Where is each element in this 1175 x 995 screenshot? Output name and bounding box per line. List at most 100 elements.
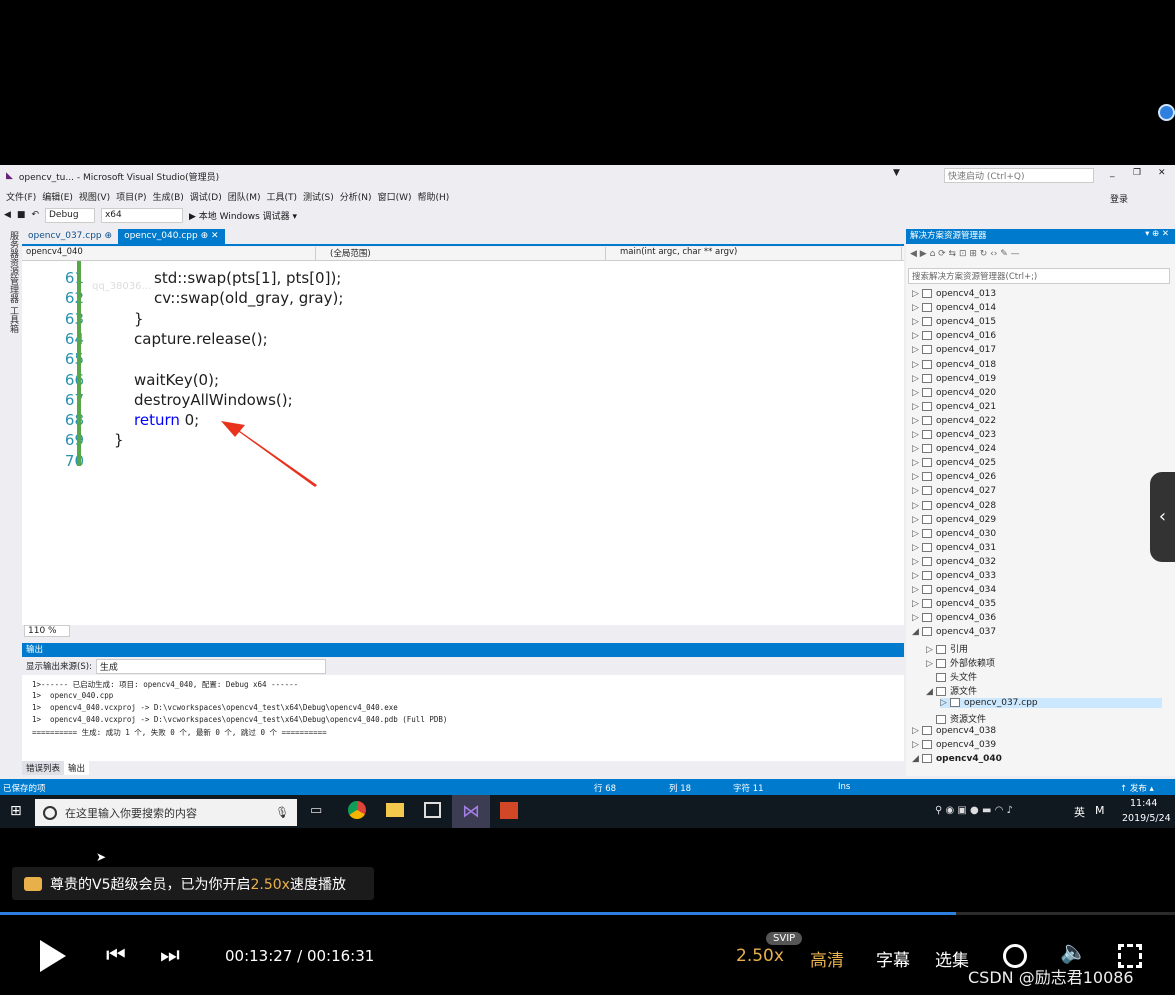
tree-item[interactable]: 头文件 [926, 670, 1162, 683]
expand-arrow-icon[interactable]: ▷ [912, 388, 922, 398]
speed-button[interactable]: 2.50x [736, 946, 784, 966]
menu-item[interactable]: 团队(M) [228, 190, 261, 203]
clock-date[interactable]: 2019/5/24 [1122, 813, 1171, 824]
publish-button[interactable]: ↑ 发布 ▴ [1120, 782, 1154, 794]
taskbar-search[interactable]: 在这里输入你要搜索的内容 🎙 [35, 799, 297, 826]
tree-item[interactable]: ▷ opencv4_013 [912, 289, 1162, 299]
menu-item[interactable]: 视图(V) [79, 190, 110, 203]
tree-item[interactable]: ▷ opencv4_030 [912, 528, 1162, 539]
menu-item[interactable]: 生成(B) [153, 190, 184, 203]
tab-opencv-037[interactable]: opencv_037.cpp ⊕ [22, 229, 118, 244]
expand-arrow-icon[interactable]: ▷ [912, 289, 922, 299]
save-icon[interactable]: ■ [17, 210, 26, 220]
tree-item[interactable]: ▷ opencv4_034 [912, 585, 1162, 595]
tree-item[interactable]: ▷ opencv4_020 [912, 387, 1162, 398]
file-explorer-icon[interactable] [386, 803, 404, 817]
expand-arrow-icon[interactable]: ▷ [912, 501, 922, 511]
previous-icon[interactable]: ⏮ [106, 943, 126, 968]
tree-item[interactable]: ▷ opencv4_014 [912, 303, 1162, 313]
tree-item[interactable]: ▷ opencv4_026 [912, 472, 1162, 482]
expand-arrow-icon[interactable]: ▷ [912, 303, 922, 313]
expand-arrow-icon[interactable]: ▷ [912, 543, 922, 553]
ime-icon[interactable]: M [1095, 804, 1105, 817]
left-side-tabs[interactable]: 服务器资源管理器 工具箱 [0, 227, 20, 787]
expand-arrow-icon[interactable]: ▷ [912, 317, 922, 327]
tree-item[interactable]: ▷ opencv4_032 [912, 556, 1162, 567]
expand-arrow-icon[interactable]: ▷ [940, 698, 950, 708]
tree-item[interactable]: ▷ opencv4_021 [912, 401, 1162, 412]
expand-arrow-icon[interactable]: ▷ [912, 557, 922, 567]
expand-arrow-icon[interactable]: ▷ [912, 444, 922, 454]
tree-item[interactable]: ▷ opencv4_024 [912, 444, 1162, 454]
tree-item[interactable]: ▷ opencv4_036 [912, 613, 1162, 623]
tree-item[interactable]: ▷ 引用 [926, 642, 1162, 655]
play-icon[interactable] [40, 940, 66, 972]
tree-item[interactable]: ▷ opencv4_029 [912, 514, 1162, 525]
function-dropdown[interactable]: main(int argc, char ** argv) [606, 247, 902, 260]
side-collapse-handle[interactable]: ‹ [1150, 472, 1175, 562]
back-icon[interactable]: ◀ [4, 210, 11, 220]
clock-time[interactable]: 11:44 [1130, 798, 1157, 809]
expand-arrow-icon[interactable]: ▷ [926, 645, 936, 655]
menu-item[interactable]: 分析(N) [340, 190, 372, 203]
tree-item[interactable]: ▷ opencv4_025 [912, 458, 1162, 468]
expand-arrow-icon[interactable]: ▷ [912, 486, 922, 496]
powerpoint-icon[interactable] [500, 802, 518, 819]
editor-hscroll[interactable]: 110 % [22, 625, 904, 637]
episodes-button[interactable]: 选集 [935, 946, 969, 971]
menu-item[interactable]: 帮助(H) [417, 190, 449, 203]
run-debugger-button[interactable]: ▶ 本地 Windows 调试器 ▾ [189, 209, 297, 222]
expand-arrow-icon[interactable]: ▷ [912, 416, 922, 426]
chrome-icon[interactable] [348, 801, 366, 819]
maximize-button[interactable]: ❐ [1133, 168, 1141, 178]
output-source-select[interactable]: 生成 [95, 658, 326, 674]
menu-item[interactable]: 工具(T) [267, 190, 298, 203]
code-editor[interactable]: 61 std::swap(pts[1], pts[0]); 62 cv::swap(o… [22, 261, 904, 625]
tree-item[interactable]: ▷ opencv4_028 [912, 500, 1162, 511]
subtitle-button[interactable]: 字幕 [876, 946, 910, 971]
platform-select[interactable]: x64 [100, 207, 183, 223]
tree-item[interactable]: 资源文件 [926, 712, 1162, 725]
expand-arrow-icon[interactable]: ▷ [912, 740, 922, 750]
task-view-icon[interactable]: ▭ [310, 803, 322, 818]
tree-item[interactable]: ▷ opencv4_039 [912, 740, 1162, 750]
calendar-icon[interactable] [424, 802, 441, 818]
next-icon[interactable]: ⏭ [160, 943, 180, 968]
tree-item[interactable]: ◢ opencv4_040 [912, 754, 1162, 764]
expand-arrow-icon[interactable]: ▷ [912, 585, 922, 595]
quality-button[interactable]: 高清 [810, 946, 844, 971]
menu-item[interactable]: 测试(S) [303, 190, 334, 203]
windows-start-icon[interactable]: ⊞ [10, 803, 22, 819]
volume-icon[interactable]: 🔈 [1060, 940, 1087, 965]
quick-launch-input[interactable]: 快速启动 (Ctrl+Q) [944, 168, 1094, 183]
expand-arrow-icon[interactable]: ▷ [912, 726, 922, 736]
tree-item[interactable]: ▷ opencv4_018 [912, 359, 1162, 370]
expand-arrow-icon[interactable]: ▷ [912, 472, 922, 482]
input-language[interactable]: 英 [1074, 804, 1085, 820]
tree-item[interactable]: ▷ opencv4_016 [912, 331, 1162, 341]
tree-item[interactable]: ▷ opencv4_022 [912, 415, 1162, 426]
minimize-button[interactable]: _ [1110, 168, 1115, 178]
tree-item[interactable]: ◢ opencv4_037 [912, 627, 1162, 637]
expand-arrow-icon[interactable]: ▷ [912, 515, 922, 525]
expand-arrow-icon[interactable]: ▷ [912, 599, 922, 609]
expand-arrow-icon[interactable]: ▷ [912, 458, 922, 468]
expand-arrow-icon[interactable]: ▷ [912, 402, 922, 412]
tree-item[interactable]: ▷ opencv4_033 [912, 571, 1162, 581]
expand-arrow-icon[interactable]: ◢ [912, 754, 922, 764]
tree-item[interactable]: ◢ 源文件 [926, 684, 1162, 697]
config-select[interactable]: Debug [44, 207, 95, 223]
menu-item[interactable]: 调试(D) [190, 190, 222, 203]
zoom-select[interactable]: 110 % [24, 625, 70, 637]
tree-item[interactable]: ▷ opencv4_015 [912, 317, 1162, 327]
tree-item[interactable]: ▷ 外部依赖项 [926, 656, 1162, 669]
visual-studio-icon[interactable]: ⋈ [452, 795, 490, 828]
expand-arrow-icon[interactable]: ▷ [912, 430, 922, 440]
tree-item[interactable]: ▷ opencv4_038 [912, 726, 1162, 736]
tree-item[interactable]: ▷ opencv4_035 [912, 599, 1162, 609]
expand-arrow-icon[interactable]: ▷ [912, 345, 922, 355]
tab-error-list[interactable]: 错误列表 [22, 761, 65, 775]
filter-icon[interactable]: ▼ [893, 168, 900, 178]
scope-dropdown[interactable]: (全局范围) [316, 247, 606, 260]
close-button[interactable]: ✕ [1158, 168, 1166, 178]
